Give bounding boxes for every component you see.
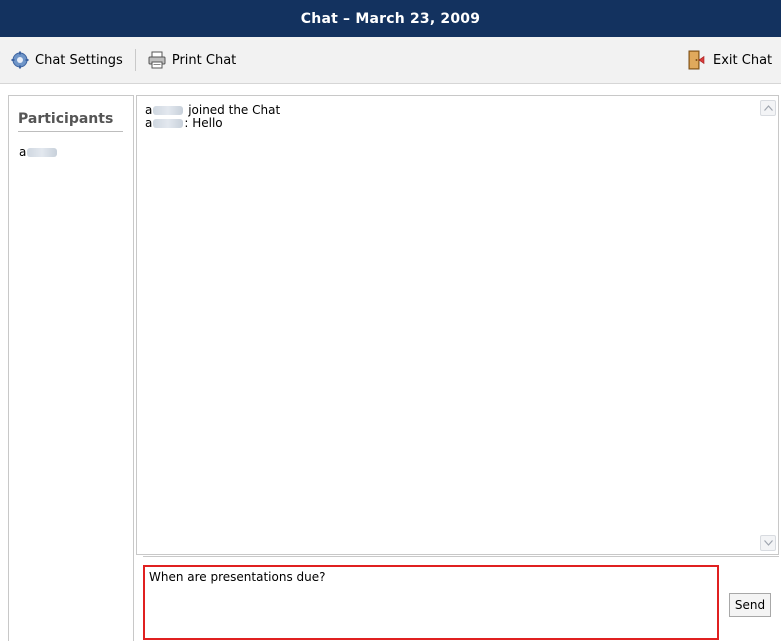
- chat-message: a joined the Chat: [145, 104, 778, 117]
- exit-door-icon: [688, 50, 705, 70]
- chevron-up-icon: [763, 105, 773, 111]
- chat-settings-icon: [11, 51, 29, 69]
- print-chat-label: Print Chat: [171, 52, 237, 68]
- message-input[interactable]: When are presentations due?: [143, 565, 719, 640]
- message-sender-prefix: a: [145, 103, 153, 117]
- chat-log-scrollbar[interactable]: [760, 100, 776, 551]
- exit-chat-label: Exit Chat: [713, 52, 773, 68]
- print-chat-button[interactable]: Print Chat: [148, 45, 236, 75]
- chevron-down-icon: [763, 540, 773, 546]
- redacted-name: [153, 106, 184, 115]
- message-sender-prefix: a: [145, 116, 153, 130]
- toolbar-separator: [134, 49, 136, 71]
- window-title-bar: Chat – March 23, 2009: [0, 0, 781, 37]
- message-text: joined the Chat: [188, 103, 281, 117]
- chat-message: a : Hello: [145, 117, 778, 130]
- participants-panel: Participants a: [8, 95, 134, 641]
- redacted-name: [153, 119, 184, 128]
- participant-item[interactable]: a: [19, 145, 133, 159]
- window-title: Chat – March 23, 2009: [300, 10, 481, 27]
- participants-heading: Participants: [18, 111, 123, 132]
- participant-name-prefix: a: [19, 145, 27, 159]
- message-composer: When are presentations due? Send: [143, 556, 779, 642]
- chat-settings-button[interactable]: Chat Settings: [11, 45, 123, 75]
- chat-log[interactable]: a joined the Chat a : Hello: [136, 95, 779, 555]
- toolbar: Chat Settings Print Chat Exit Chat: [0, 37, 781, 84]
- chat-settings-label: Chat Settings: [35, 52, 123, 68]
- scroll-down-button[interactable]: [760, 535, 776, 551]
- send-button[interactable]: Send: [729, 593, 771, 617]
- message-text: : Hello: [184, 116, 223, 130]
- redacted-name: [27, 148, 58, 157]
- printer-icon: [148, 51, 166, 69]
- scroll-up-button[interactable]: [760, 100, 776, 116]
- exit-chat-button[interactable]: Exit Chat: [687, 45, 772, 75]
